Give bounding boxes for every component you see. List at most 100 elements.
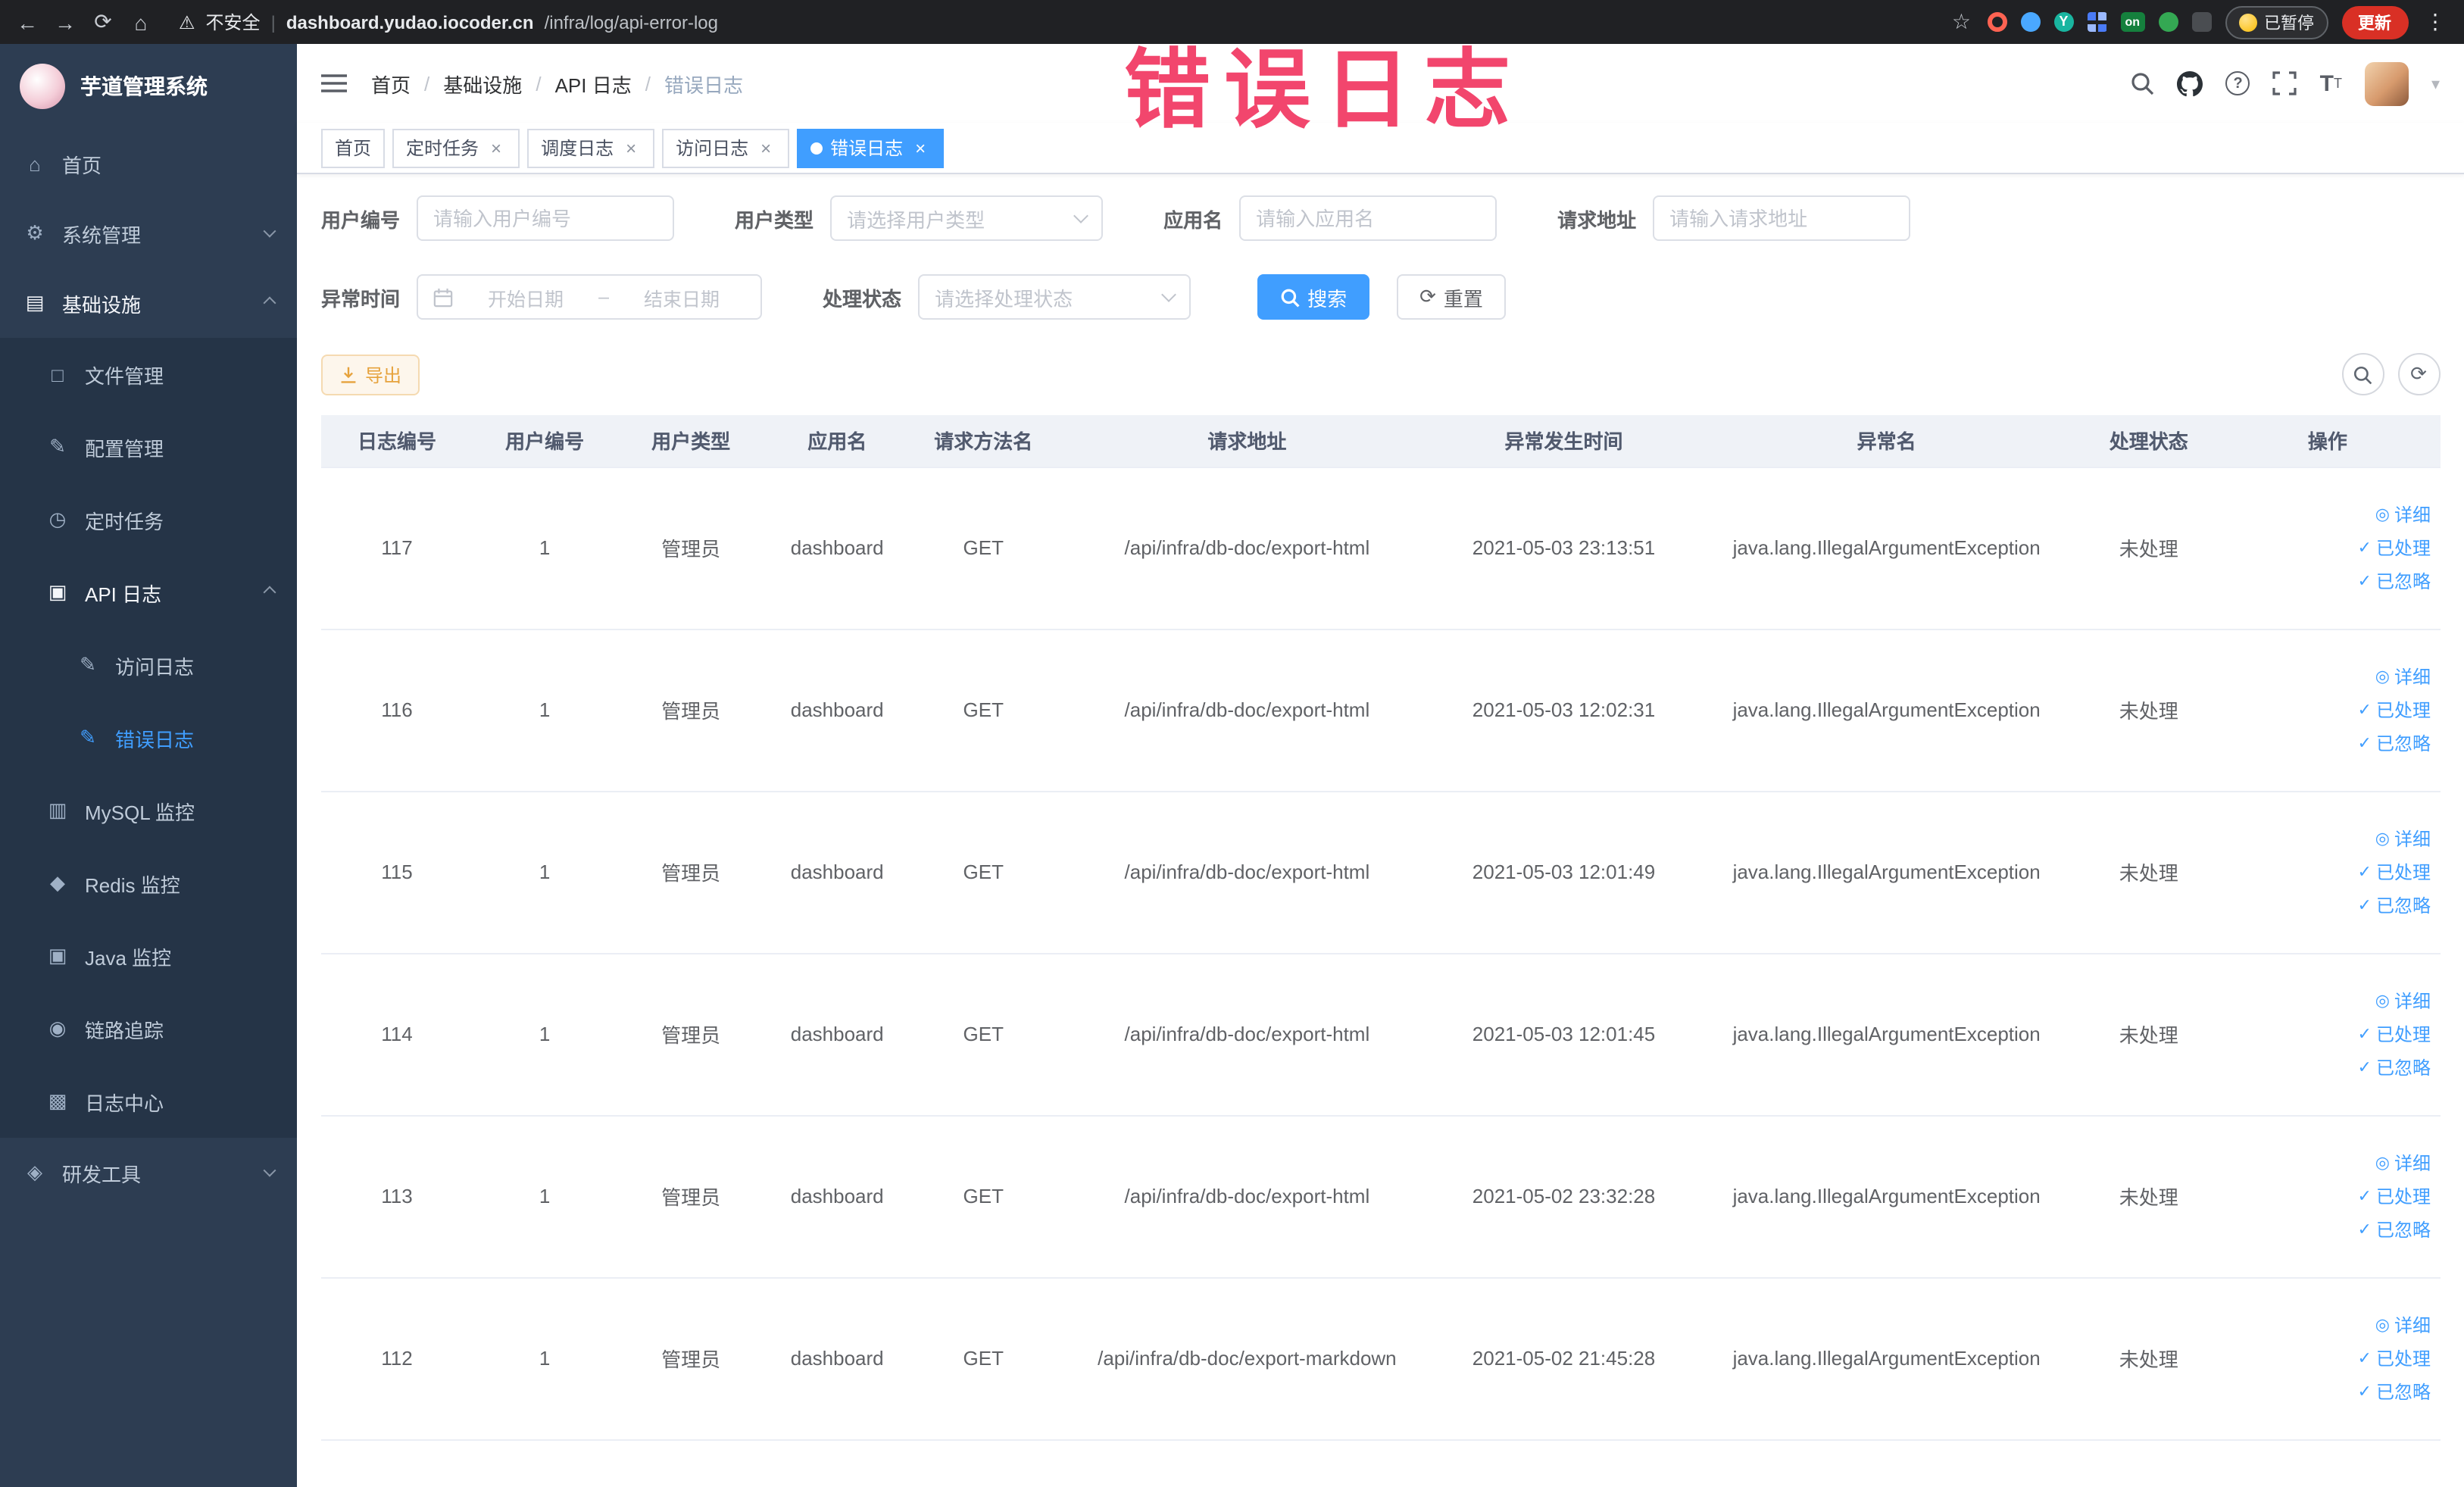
sidebar-item-java-monitor[interactable]: ▣ Java 监控 <box>0 920 297 992</box>
caret-down-icon[interactable]: ▾ <box>2431 73 2440 93</box>
reload-icon[interactable]: ⟳ <box>91 9 115 35</box>
cell-user-type: 管理员 <box>617 953 766 1116</box>
user-id-input[interactable] <box>417 195 675 241</box>
action-detail[interactable]: ◎ 详细 <box>2225 660 2431 693</box>
action-ignored[interactable]: ✓ 已忽略 <box>2225 1051 2431 1084</box>
github-icon[interactable] <box>2177 70 2203 96</box>
update-button[interactable]: 更新 <box>2341 5 2408 39</box>
action-ignored[interactable]: ✓ 已忽略 <box>2225 1213 2431 1246</box>
action-detail[interactable]: ◎ 详细 <box>2225 1308 2431 1342</box>
sidebar-item-system[interactable]: ⚙ 系统管理 <box>0 198 297 268</box>
reset-button[interactable]: ⟳ 重置 <box>1397 274 1506 320</box>
sidebar-item-dev-tools[interactable]: ◈ 研发工具 <box>0 1138 297 1207</box>
tab-error-log[interactable]: 错误日志 × <box>797 128 945 167</box>
sidebar-item-error-log[interactable]: ✎ 错误日志 <box>0 701 297 774</box>
search-icon[interactable] <box>2131 71 2155 95</box>
sidebar-item-label: 日志中心 <box>85 1092 164 1114</box>
reset-label: 重置 <box>1443 287 1483 310</box>
home-icon[interactable]: ⌂ <box>129 10 153 34</box>
extensions-puzzle-icon[interactable] <box>2191 12 2211 32</box>
close-icon[interactable]: × <box>486 137 506 158</box>
sidebar-item-infra[interactable]: ▤ 基础设施 <box>0 268 297 338</box>
action-detail[interactable]: ◎ 详细 <box>2225 498 2431 531</box>
date-range-picker[interactable]: 开始日期 – 结束日期 <box>417 274 763 320</box>
action-processed[interactable]: ✓ 已处理 <box>2225 1179 2431 1213</box>
cell-log-id: 116 <box>321 629 473 792</box>
breadcrumb-item[interactable]: 首页 <box>371 69 411 98</box>
address-bar[interactable]: ⚠ 不安全 | dashboard.yudao.iocoder.cn/infra… <box>179 9 718 35</box>
action-processed[interactable]: ✓ 已处理 <box>2225 1017 2431 1051</box>
user-type-select[interactable]: 请选择用户类型 <box>830 195 1104 241</box>
close-icon[interactable]: × <box>910 137 930 158</box>
search-button[interactable]: 搜索 <box>1257 274 1370 320</box>
extension-icon[interactable] <box>2020 12 2041 32</box>
app-name-input[interactable] <box>1239 195 1497 241</box>
font-size-icon[interactable]: TT <box>2320 70 2342 96</box>
sidebar-item-redis-monitor[interactable]: ◆ Redis 监控 <box>0 847 297 920</box>
sidebar-item-config-manage[interactable]: ✎ 配置管理 <box>0 411 297 483</box>
bookmark-star-icon[interactable]: ☆ <box>1949 9 1973 35</box>
breadcrumb-item[interactable]: API 日志 <box>555 69 632 98</box>
tab-home[interactable]: 首页 <box>321 128 386 167</box>
tab-scheduled-task[interactable]: 定时任务 × <box>392 128 520 167</box>
chevron-down-icon <box>263 1164 276 1177</box>
more-menu-icon[interactable]: ⋮ <box>2422 9 2449 35</box>
extension-icon[interactable] <box>1987 12 2007 32</box>
help-icon[interactable]: ? <box>2225 71 2250 95</box>
process-status-select[interactable]: 请选择处理状态 <box>918 274 1191 320</box>
tab-access-log[interactable]: 访问日志 × <box>662 128 790 167</box>
sidebar-item-api-log[interactable]: ▣ API 日志 <box>0 556 297 629</box>
paused-badge[interactable]: 已暂停 <box>2225 5 2328 39</box>
refresh-button[interactable]: ⟳ <box>2397 353 2440 395</box>
close-icon[interactable]: × <box>756 137 776 158</box>
sidebar-item-label: API 日志 <box>85 583 162 605</box>
action-ignored[interactable]: ✓ 已忽略 <box>2225 726 2431 760</box>
cell-exception-time: 2021-05-03 12:02:31 <box>1436 629 1691 792</box>
col-request-url: 请求地址 <box>1057 415 1437 467</box>
action-detail[interactable]: ◎ 详细 <box>2225 1146 2431 1179</box>
action-ignored[interactable]: ✓ 已忽略 <box>2225 1375 2431 1408</box>
action-processed[interactable]: ✓ 已处理 <box>2225 693 2431 726</box>
cell-user-id: 1 <box>473 953 617 1116</box>
action-detail[interactable]: ◎ 详细 <box>2225 984 2431 1017</box>
extension-icon[interactable]: Y <box>2053 12 2074 32</box>
sidebar-item-scheduled-task[interactable]: ◷ 定时任务 <box>0 483 297 556</box>
sidebar-item-link-trace[interactable]: ◉ 链路追踪 <box>0 992 297 1065</box>
action-label: 详细 <box>2394 828 2431 849</box>
action-ignored[interactable]: ✓ 已忽略 <box>2225 564 2431 598</box>
request-url-input[interactable] <box>1653 195 1911 241</box>
action-processed[interactable]: ✓ 已处理 <box>2225 1342 2431 1375</box>
action-detail[interactable]: ◎ 详细 <box>2225 822 2431 855</box>
hamburger-icon[interactable] <box>321 73 347 94</box>
tab-dispatch-log[interactable]: 调度日志 × <box>527 128 655 167</box>
back-icon[interactable]: ← <box>15 10 39 34</box>
toggle-search-button[interactable] <box>2341 353 2384 395</box>
user-avatar[interactable] <box>2364 61 2409 105</box>
extension-icon[interactable] <box>2087 12 2107 32</box>
breadcrumb-current: 错误日志 <box>664 73 743 96</box>
cell-method: GET <box>909 1277 1058 1440</box>
extension-icon[interactable] <box>2158 12 2178 32</box>
fullscreen-icon[interactable] <box>2272 71 2297 95</box>
filter-label: 处理状态 <box>823 287 902 310</box>
cell-log-id: 114 <box>321 953 473 1116</box>
cell-exception-name: java.lang.IllegalArgumentException <box>1691 1277 2082 1440</box>
export-button[interactable]: 导出 <box>321 354 420 395</box>
col-log-id: 日志编号 <box>321 415 473 467</box>
breadcrumb-item[interactable]: 基础设施 <box>443 69 522 98</box>
close-icon[interactable]: × <box>621 137 641 158</box>
sidebar-item-home[interactable]: ⌂ 首页 <box>0 129 297 198</box>
sidebar-item-mysql-monitor[interactable]: ▥ MySQL 监控 <box>0 774 297 847</box>
action-processed[interactable]: ✓ 已处理 <box>2225 531 2431 564</box>
action-ignored[interactable]: ✓ 已忽略 <box>2225 889 2431 922</box>
export-label: 导出 <box>365 364 402 386</box>
forward-icon[interactable]: → <box>53 10 77 34</box>
sidebar-item-access-log[interactable]: ✎ 访问日志 <box>0 629 297 701</box>
file-icon: □ <box>52 363 64 386</box>
tab-label: 首页 <box>335 138 372 159</box>
extension-on-badge[interactable]: on <box>2120 12 2144 32</box>
action-label: 详细 <box>2394 666 2431 687</box>
sidebar-item-log-center[interactable]: ▩ 日志中心 <box>0 1065 297 1138</box>
sidebar-item-file-manage[interactable]: □ 文件管理 <box>0 338 297 411</box>
action-processed[interactable]: ✓ 已处理 <box>2225 855 2431 889</box>
